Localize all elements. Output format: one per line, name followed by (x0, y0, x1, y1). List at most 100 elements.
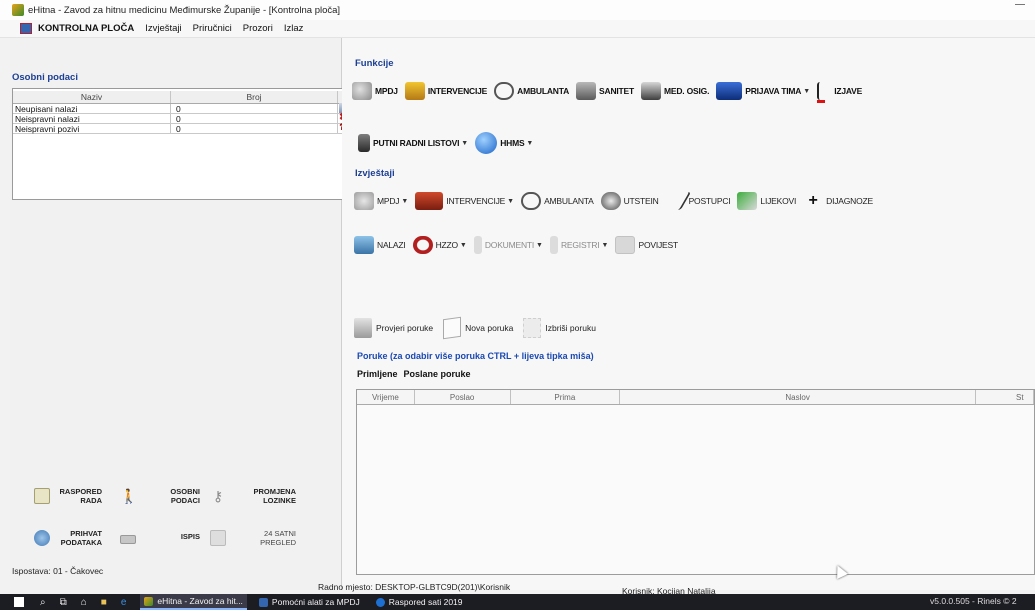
column-naslov[interactable]: Naslov (620, 390, 977, 404)
hzzo-logo-icon (412, 236, 433, 254)
edge-browser-icon[interactable]: e (121, 597, 127, 608)
izbrisi-poruku-button[interactable]: Izbriši poruku (523, 318, 596, 338)
funkcije-mpdj-button[interactable]: MPDJ (352, 82, 398, 100)
funkcije-intervencije-button[interactable]: INTERVENCIJE (404, 82, 487, 100)
column-broj[interactable]: Broj (171, 91, 338, 103)
minimize-icon[interactable] (1015, 4, 1025, 5)
telephone-icon (354, 192, 374, 210)
funkcije-prijava-tima-button[interactable]: PRIJAVA TIMA ▼ (716, 82, 810, 100)
nova-poruka-button[interactable]: Nova poruka (443, 316, 513, 340)
table-row[interactable]: Neupisani nalazi 0 (13, 104, 351, 114)
izvjestaji-intervencije-button[interactable]: INTERVENCIJE ▼ (415, 192, 514, 210)
medical-vehicle-icon (641, 82, 661, 100)
chevron-down-icon: ▼ (536, 241, 543, 249)
store-icon[interactable]: ⌂ (81, 597, 87, 608)
cell-naziv: Neispravni nalazi (13, 114, 171, 124)
tab-poslane-poruke[interactable]: Poslane poruke (404, 369, 471, 379)
izvjestaji-mpdj-button[interactable]: MPDJ ▼ (354, 192, 408, 210)
dokumenti-button[interactable]: DOKUMENTI ▼ (473, 236, 543, 254)
windows-taskbar: ⌕ ⧉ ⌂ ■ e eHitna - Zavod za hit... Pomoć… (0, 594, 1035, 610)
izvjestaji-ambulanta-label: AMBULANTA (544, 196, 594, 206)
promjena-lozinke-label: PROMJENA LOZINKE (253, 487, 296, 505)
provjeri-poruke-label: Provjeri poruke (376, 323, 434, 333)
menu-prirucnici[interactable]: Priručnici (193, 23, 232, 34)
taskbar-app-pomocni-alati[interactable]: Pomoćni alati za MPDJ (255, 594, 364, 610)
prihvat-podataka-label: PRIHVAT PODATAKA (60, 529, 102, 547)
ispis-label: ISPIS (180, 532, 200, 541)
ambulance-icon (415, 192, 444, 210)
column-poslao[interactable]: Poslao (415, 390, 511, 404)
nalazi-button[interactable]: NALAZI (354, 236, 406, 254)
table-row[interactable]: Neispravni pozivi 0 (13, 124, 351, 134)
ispis-button[interactable]: ISPIS (120, 529, 200, 544)
cell-broj: 0 (171, 114, 338, 124)
chrome-icon (375, 597, 385, 607)
search-icon[interactable]: ⌕ (40, 597, 46, 608)
dokumenti-label: DOKUMENTI (484, 240, 535, 250)
taskbar-app-ehitna-label: eHitna - Zavod za hit... (157, 596, 243, 606)
izvjestaji-ambulanta-button[interactable]: AMBULANTA (521, 192, 594, 210)
calendar-icon (34, 488, 50, 504)
menu-izlaz[interactable]: Izlaz (284, 23, 304, 34)
satni-pregled-button[interactable]: 24 SATNI PREGLED (210, 529, 296, 547)
column-vrijeme[interactable]: Vrijeme (357, 390, 415, 404)
ispostava-status: Ispostava: 01 - Čakovec (12, 566, 104, 576)
prihvat-podataka-button[interactable]: PRIHVAT PODATAKA (34, 529, 102, 547)
globe-icon (475, 132, 498, 154)
funkcije-izjave-button[interactable]: IZJAVE (817, 82, 863, 103)
radno-mjesto-status: Radno mjesto: DESKTOP-GLBTC9D(201)\Koris… (318, 582, 511, 592)
promjena-lozinke-button[interactable]: ⚷ PROMJENA LOZINKE (210, 487, 296, 505)
column-status[interactable]: St (976, 390, 1034, 404)
messages-grid[interactable]: Vrijeme Poslao Prima Naslov St (356, 389, 1035, 575)
taskbar-app-ehitna[interactable]: eHitna - Zavod za hit... (140, 594, 247, 610)
new-message-icon (443, 316, 462, 340)
table-row[interactable]: Neispravni nalazi 0 (13, 114, 351, 124)
putni-radni-listovi-label: PUTNI RADNI LISTOVI (373, 138, 460, 148)
key-icon: ⚷ (212, 488, 224, 504)
izbrisi-poruku-label: Izbriši poruku (545, 323, 596, 333)
menu-kontrolna-ploca[interactable]: KONTROLNA PLOČA (38, 23, 134, 34)
hzzo-button[interactable]: HZZO ▼ (412, 236, 467, 254)
taskbar-app-raspored-sati[interactable]: Raspored sati 2019 (372, 594, 467, 610)
printer-icon (120, 535, 136, 544)
putni-radni-listovi-button[interactable]: PUTNI RADNI LISTOVI ▼ (358, 134, 468, 152)
document-icon (473, 236, 482, 254)
column-naziv[interactable]: Naziv (13, 91, 171, 103)
povijest-button[interactable]: POVIJEST (615, 236, 678, 254)
lijekovi-button[interactable]: LIJEKOVI (737, 192, 796, 210)
poruke-title: Poruke (za odabir više poruka CTRL + lij… (357, 351, 594, 361)
task-view-icon[interactable]: ⧉ (60, 597, 67, 608)
izvjestaji-toolbar-2: NALAZI HZZO ▼ DOKUMENTI ▼ REGISTRI ▼ POV… (354, 236, 685, 254)
history-icon (615, 236, 636, 254)
telephone-icon (352, 82, 372, 100)
main-panel: Funkcije MPDJ INTERVENCIJE AMBULANTA SAN… (342, 38, 1035, 590)
team-icon (716, 82, 743, 100)
funkcije-izjave-label: IZJAVE (834, 86, 863, 96)
menu-izvjestaji[interactable]: Izvještaji (145, 23, 181, 34)
osobni-podaci-button[interactable]: 🚶 OSOBNI PODACI (120, 487, 200, 505)
chevron-down-icon: ▼ (507, 197, 515, 205)
funkcije-ambulanta-button[interactable]: AMBULANTA (494, 82, 569, 100)
lijekovi-label: LIJEKOVI (760, 196, 797, 206)
raspored-rada-button[interactable]: RASPORED RADA (34, 487, 102, 505)
menu-prozori[interactable]: Prozori (243, 23, 273, 34)
folder-icon[interactable]: ■ (101, 597, 107, 608)
nalazi-label: NALAZI (377, 240, 406, 250)
funkcije-med-osig-label: MED. OSIG. (664, 86, 710, 96)
provjeri-poruke-button[interactable]: Provjeri poruke (354, 318, 433, 338)
tab-primljene[interactable]: Primljene (357, 369, 398, 379)
dijagnoze-button[interactable]: + DIJAGNOZE (803, 192, 873, 210)
funkcije-med-osig-button[interactable]: MED. OSIG. (641, 82, 709, 100)
postupci-button[interactable]: POSTUPCI (660, 192, 731, 210)
funkcije-sanitet-button[interactable]: SANITET (576, 82, 634, 100)
funkcije-toolbar-1: MPDJ INTERVENCIJE AMBULANTA SANITET MED.… (352, 82, 869, 103)
utstein-button[interactable]: UTSTEIN (600, 192, 659, 210)
column-prima[interactable]: Prima (511, 390, 621, 404)
ehitna-icon (144, 596, 154, 606)
windows-start-icon[interactable] (14, 597, 24, 607)
hhms-button[interactable]: HHMS ▼ (475, 132, 533, 154)
sync-icon (34, 530, 50, 546)
funkcije-sanitet-label: SANITET (599, 86, 634, 96)
osobni-podaci-title: Osobni podaci (12, 72, 78, 83)
registri-button[interactable]: REGISTRI ▼ (549, 236, 608, 254)
